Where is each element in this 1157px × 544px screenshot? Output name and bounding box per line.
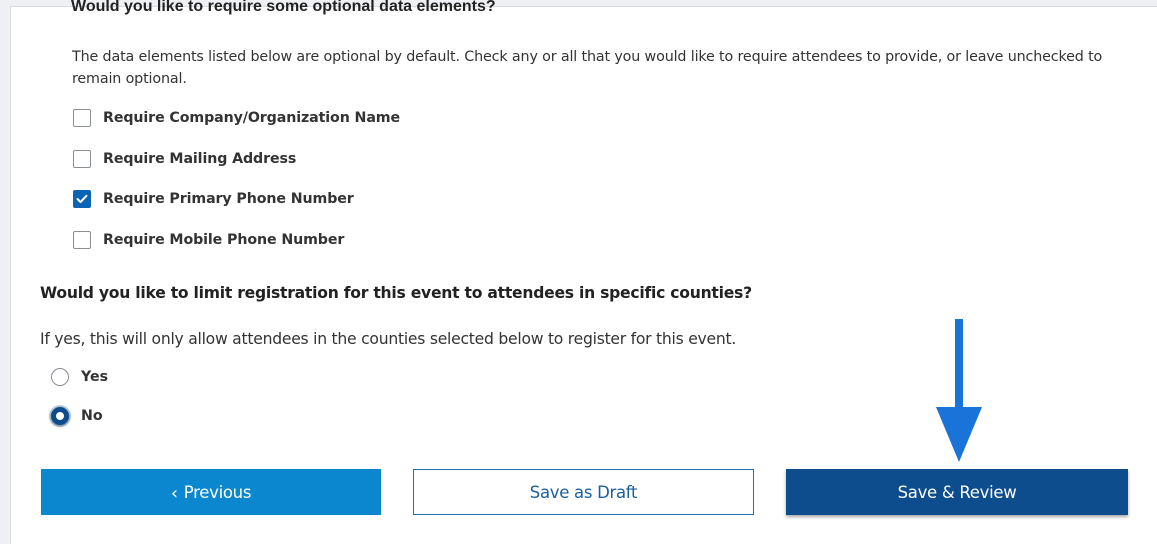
checkmark-icon [76, 194, 88, 203]
checkbox-row-primary-phone[interactable]: Require Primary Phone Number [73, 188, 354, 210]
yes-radio[interactable] [51, 368, 69, 386]
optional-data-description: The data elements listed below are optio… [72, 49, 1103, 87]
radio-row-no[interactable]: No [51, 405, 103, 427]
checkbox-row-mobile-phone[interactable]: Require Mobile Phone Number [73, 229, 344, 251]
no-radio-label: No [81, 408, 103, 424]
checkbox-row-mailing[interactable]: Require Mailing Address [73, 148, 296, 170]
save-and-review-button[interactable]: Save & Review [786, 469, 1128, 515]
county-question: Would you like to limit registration for… [40, 284, 752, 302]
page: Would you like to require some optional … [0, 0, 1157, 544]
primary-phone-checkbox-label: Require Primary Phone Number [103, 191, 354, 207]
optional-data-heading: Would you like to require some optional … [71, 0, 496, 15]
previous-button-label: Previous [183, 482, 252, 502]
form-panel: Would you like to require some optional … [10, 0, 1157, 544]
checkbox-row-company[interactable]: Require Company/Organization Name [73, 107, 400, 129]
no-radio[interactable] [51, 407, 69, 425]
radio-row-yes[interactable]: Yes [51, 366, 108, 388]
company-checkbox[interactable] [73, 109, 91, 127]
county-note: If yes, this will only allow attendees i… [40, 330, 737, 348]
chevron-left-icon: ‹ [170, 482, 178, 504]
primary-phone-checkbox[interactable] [73, 190, 91, 208]
previous-button[interactable]: ‹ Previous [41, 469, 381, 515]
save-and-review-button-label: Save & Review [897, 482, 1017, 502]
mobile-phone-checkbox-label: Require Mobile Phone Number [103, 232, 345, 248]
company-checkbox-label: Require Company/Organization Name [103, 110, 400, 126]
save-as-draft-button-label: Save as Draft [529, 482, 638, 502]
save-as-draft-button[interactable]: Save as Draft [413, 469, 754, 515]
arrow-down-icon [936, 319, 982, 462]
mailing-address-checkbox-label: Require Mailing Address [103, 151, 297, 167]
mobile-phone-checkbox[interactable] [73, 231, 91, 249]
mailing-address-checkbox[interactable] [73, 150, 91, 168]
yes-radio-label: Yes [81, 369, 109, 385]
